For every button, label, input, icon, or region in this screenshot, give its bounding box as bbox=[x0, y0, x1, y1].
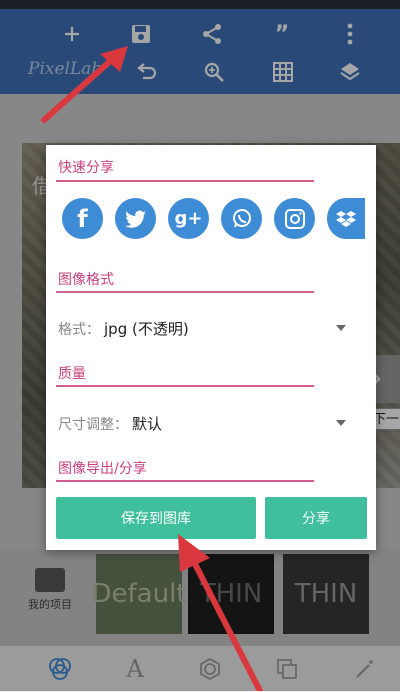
dropbox-icon[interactable] bbox=[327, 198, 365, 239]
facebook-icon[interactable]: f bbox=[62, 198, 103, 239]
image-format-title: 图像格式 bbox=[58, 272, 114, 288]
section-divider bbox=[56, 291, 314, 293]
export-title: 图像导出/分享 bbox=[58, 461, 147, 477]
export-share-dialog: 快速分享 f g+ 图像格式 格式： jpg (不透明) 质量 尺寸调整： 默认 图… bbox=[46, 145, 376, 550]
section-divider bbox=[56, 180, 314, 182]
format-label: 格式： bbox=[58, 322, 100, 338]
share-button[interactable]: 分享 bbox=[265, 497, 367, 539]
twitter-icon[interactable] bbox=[115, 198, 156, 239]
resize-label: 尺寸调整： bbox=[58, 417, 128, 433]
section-divider bbox=[56, 480, 314, 482]
google-plus-icon[interactable]: g+ bbox=[168, 198, 209, 239]
quick-share-title: 快速分享 bbox=[58, 160, 114, 176]
chevron-down-icon[interactable] bbox=[336, 420, 346, 426]
save-to-gallery-button[interactable]: 保存到图库 bbox=[56, 497, 256, 539]
format-value: jpg (不透明) bbox=[104, 320, 189, 338]
status-bar bbox=[0, 0, 400, 9]
chevron-down-icon[interactable] bbox=[336, 325, 346, 331]
instagram-icon[interactable] bbox=[274, 198, 315, 239]
resize-select[interactable]: 尺寸调整： 默认 bbox=[58, 413, 348, 434]
section-divider bbox=[56, 385, 314, 387]
whatsapp-icon[interactable] bbox=[221, 198, 262, 239]
resize-value: 默认 bbox=[132, 415, 163, 433]
format-select[interactable]: 格式： jpg (不透明) bbox=[58, 318, 348, 339]
quality-title: 质量 bbox=[58, 366, 86, 382]
